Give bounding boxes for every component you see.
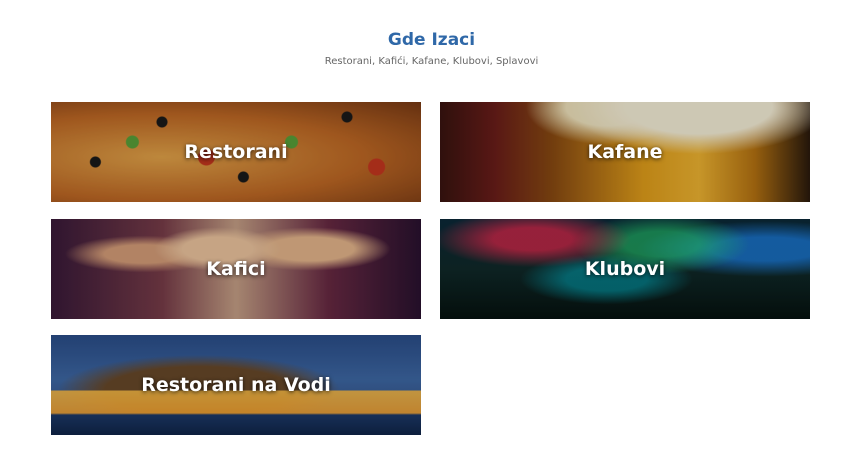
category-label: Restorani [184, 141, 288, 163]
category-label: Kafane [587, 141, 663, 163]
category-label: Kafici [206, 258, 266, 280]
category-card-kafici[interactable]: Kafici [51, 219, 421, 319]
category-label: Klubovi [584, 258, 666, 280]
section-subtitle: Restorani, Kafići, Kafane, Klubovi, Spla… [324, 56, 539, 67]
category-card-klubovi[interactable]: Klubovi [440, 219, 810, 319]
section-title: Gde Izaci [387, 30, 476, 50]
category-card-restorani[interactable]: Restorani [51, 102, 421, 202]
category-card-kafane[interactable]: Kafane [440, 102, 810, 202]
category-card-restorani-na-vodi[interactable]: Restorani na Vodi [51, 335, 421, 435]
category-label: Restorani na Vodi [141, 374, 331, 396]
